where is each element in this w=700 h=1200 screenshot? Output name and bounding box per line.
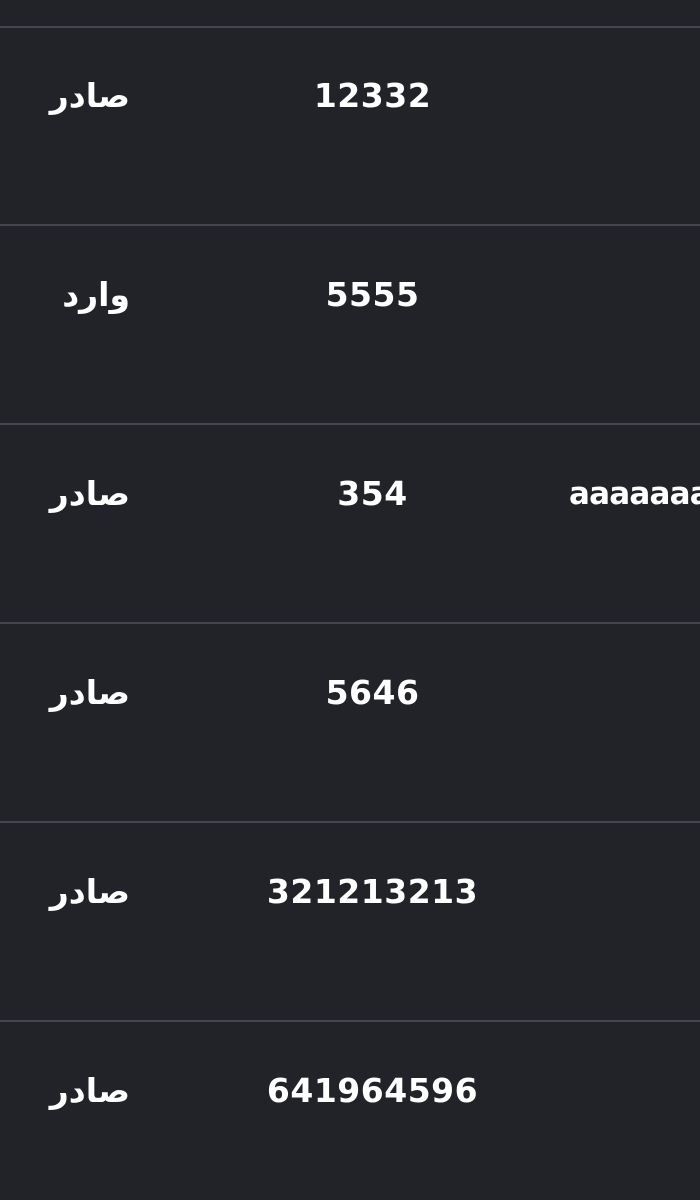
table-row[interactable]: وارد 5555 [0, 227, 700, 425]
table-row[interactable]: صادر 321213213 [0, 824, 700, 1022]
record-number-cell: 321213213 [266, 872, 479, 911]
record-type-cell: صادر [49, 76, 130, 115]
record-extra-cell: aaaaaaa [569, 476, 700, 512]
record-number-cell: 641964596 [266, 1071, 479, 1110]
table-row[interactable]: صادر 354 aaaaaaa [0, 426, 700, 624]
table-row[interactable]: صادر 641964596 [0, 1023, 700, 1200]
record-extra-cell [569, 275, 700, 315]
record-type-cell: صادر [49, 872, 130, 911]
record-type-cell: صادر [49, 673, 130, 712]
record-type-cell: صادر [49, 1071, 130, 1110]
record-extra-cell [569, 1071, 700, 1111]
table-row[interactable]: صادر 5646 [0, 625, 700, 823]
record-type-cell: صادر [49, 474, 130, 513]
records-table: صادر 12332 وارد 5555 صادر 354 aaaaaaa صا… [0, 0, 700, 1200]
record-number-cell: 5646 [325, 673, 420, 712]
table-row[interactable]: صادر 12332 [0, 28, 700, 226]
record-extra-cell [569, 76, 700, 116]
record-number-cell: 354 [337, 474, 408, 513]
record-extra-cell [569, 673, 700, 713]
record-type-cell: وارد [62, 275, 130, 314]
record-extra-cell [569, 872, 700, 912]
record-number-cell: 12332 [313, 76, 432, 115]
record-number-cell: 5555 [325, 275, 420, 314]
